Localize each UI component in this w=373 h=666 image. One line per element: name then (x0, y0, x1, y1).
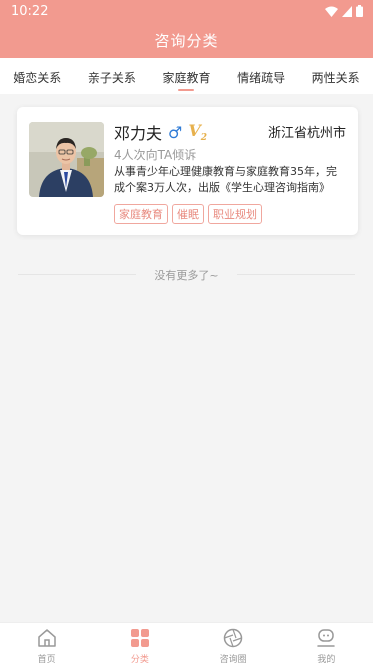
nav-circle[interactable]: 咨询圈 (187, 623, 280, 666)
counselor-avatar (29, 122, 104, 197)
tab-gender-relations[interactable]: 两性关系 (298, 58, 373, 94)
app-screen: 10:22 咨询分类 婚恋关系 亲子关系 家庭教育 情绪疏导 两性关系 邓力夫 … (0, 0, 373, 666)
counselor-name-row: 邓力夫 ♂ V2 (114, 120, 207, 144)
aperture-icon (223, 628, 243, 648)
signal-icon (342, 5, 352, 17)
home-icon (37, 629, 56, 647)
status-bar: 10:22 (0, 0, 373, 22)
counselor-name: 邓力夫 (114, 124, 163, 143)
list-end-indicator: 没有更多了~ (18, 266, 355, 282)
nav-category[interactable]: 分类 (93, 623, 186, 666)
wifi-icon (325, 6, 338, 17)
nav-profile-label: 我的 (317, 655, 336, 665)
consult-count: 4人次向TA倾诉 (114, 148, 197, 162)
profile-icon (317, 629, 336, 647)
counselor-tags: 家庭教育 催眠 职业规划 (114, 204, 262, 224)
tag-family-education: 家庭教育 (114, 204, 168, 224)
page-title: 咨询分类 (154, 32, 219, 50)
battery-icon (356, 5, 363, 17)
bottom-nav: 首页 分类 咨询圈 我的 (0, 622, 373, 666)
nav-home-label: 首页 (37, 655, 56, 665)
tab-parenting[interactable]: 亲子关系 (75, 58, 150, 94)
category-tabs: 婚恋关系 亲子关系 家庭教育 情绪疏导 两性关系 (0, 58, 373, 94)
counselor-city: 浙江省杭州市 (267, 126, 346, 141)
list-end-text: 没有更多了~ (154, 269, 219, 282)
nav-category-label: 分类 (130, 655, 149, 665)
tab-family-education[interactable]: 家庭教育 (149, 58, 224, 94)
tag-career-planning: 职业规划 (208, 204, 262, 224)
tab-emotion[interactable]: 情绪疏导 (224, 58, 299, 94)
nav-circle-label: 咨询圈 (219, 655, 247, 665)
counselor-description: 从事青少年心理健康教育与家庭教育35年，完成个案3万人次，出版《学生心理咨询指南… (114, 165, 337, 194)
male-icon: ♂ (168, 122, 183, 142)
status-icons (325, 5, 363, 17)
level-badge: V2 (188, 121, 207, 143)
nav-home[interactable]: 首页 (0, 623, 93, 666)
category-icon (130, 629, 149, 647)
status-time: 10:22 (11, 4, 49, 19)
counselor-card[interactable]: 邓力夫 ♂ V2 浙江省杭州市 4人次向TA倾诉 从事青少年心理健康教育与家庭教… (17, 107, 358, 235)
tag-hypnosis: 催眠 (172, 204, 204, 224)
divider-right (237, 274, 355, 275)
nav-profile[interactable]: 我的 (280, 623, 373, 666)
tab-marriage[interactable]: 婚恋关系 (0, 58, 75, 94)
level-sub: 2 (200, 133, 208, 144)
top-bar: 10:22 咨询分类 (0, 0, 373, 58)
level-text: V (188, 120, 201, 140)
